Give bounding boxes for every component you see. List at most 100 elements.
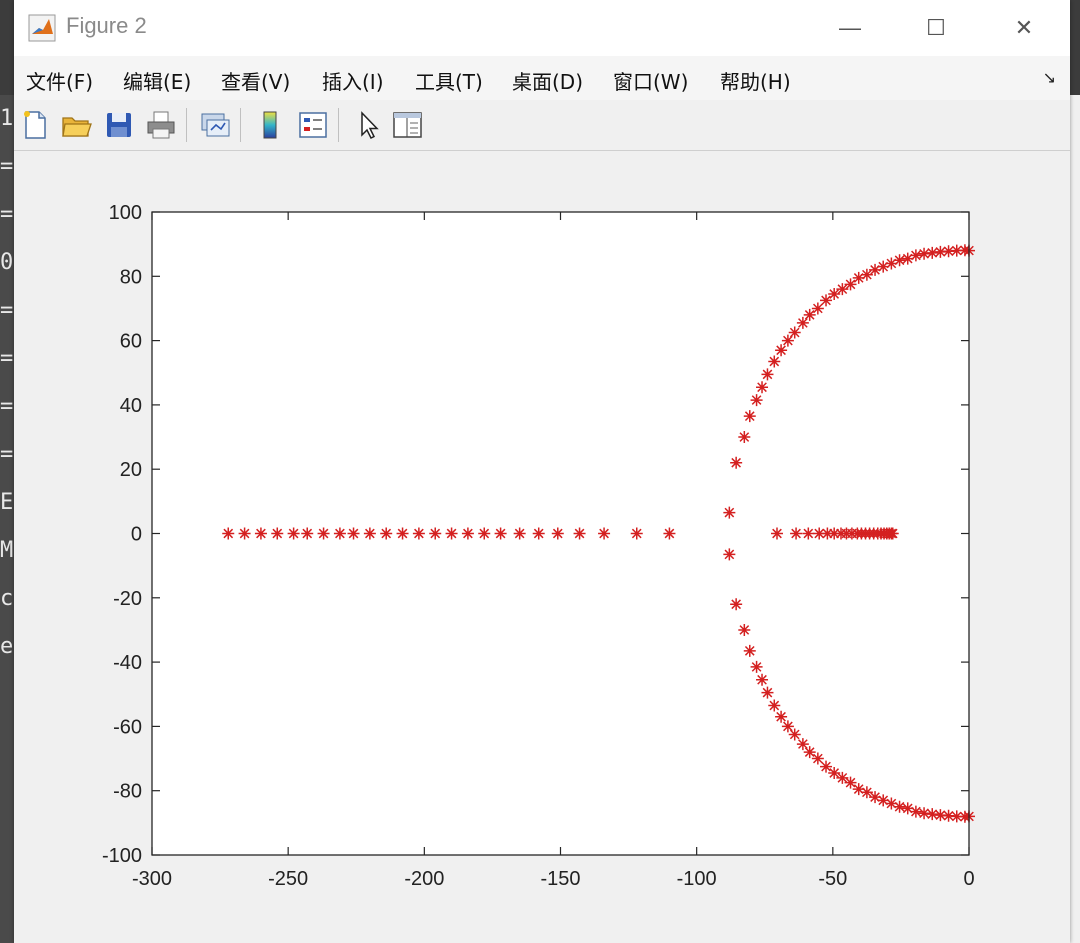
x-tick-label: -150 bbox=[540, 868, 580, 890]
background-glyph: = bbox=[0, 394, 14, 419]
data-point-marker bbox=[738, 431, 751, 444]
data-point-marker bbox=[803, 308, 816, 321]
data-point-marker bbox=[573, 527, 586, 540]
background-glyph: = bbox=[0, 442, 14, 467]
data-point-marker bbox=[796, 316, 809, 329]
data-point-marker bbox=[768, 699, 781, 712]
data-point-marker bbox=[909, 805, 922, 818]
menu-insert[interactable]: 插入(I) bbox=[322, 66, 384, 95]
data-point-marker bbox=[347, 527, 360, 540]
data-point-marker bbox=[909, 249, 922, 262]
data-point-marker bbox=[893, 254, 906, 267]
new-figure-icon[interactable] bbox=[18, 108, 52, 142]
data-point-marker bbox=[796, 738, 809, 751]
open-file-icon[interactable] bbox=[60, 108, 94, 142]
link-plot-icon[interactable] bbox=[198, 108, 232, 142]
data-point-marker bbox=[663, 527, 676, 540]
title-bar: Figure 2 — ☐ ✕ bbox=[14, 0, 1070, 56]
dock-arrow-icon[interactable]: ↘ bbox=[1043, 68, 1056, 88]
y-tick-label: 100 bbox=[109, 202, 142, 224]
colorbar-icon[interactable] bbox=[254, 108, 288, 142]
root-locus-plot[interactable]: -300 -250 -200 -150 -100 -50 0 -100-80-60-40-2… bbox=[14, 151, 1070, 943]
data-point-marker bbox=[743, 410, 756, 423]
data-point-marker bbox=[551, 527, 564, 540]
menu-help[interactable]: 帮助(H) bbox=[720, 66, 791, 95]
window-title: Figure 2 bbox=[66, 13, 147, 38]
data-point-marker bbox=[750, 394, 763, 407]
data-point-marker bbox=[317, 527, 330, 540]
figure-window: Figure 2 — ☐ ✕ 文件(F) 编辑(E) 查看(V) 插入(I) 工… bbox=[14, 0, 1070, 943]
data-point-marker bbox=[738, 623, 751, 636]
background-glyph: 0 bbox=[0, 250, 14, 275]
data-point-marker bbox=[756, 673, 769, 686]
y-tick-label: 40 bbox=[120, 395, 142, 417]
menu-file[interactable]: 文件(F) bbox=[26, 66, 93, 95]
data-point-marker bbox=[893, 800, 906, 813]
data-point-marker bbox=[768, 355, 781, 368]
menu-window[interactable]: 窗口(W) bbox=[613, 66, 688, 95]
data-point-marker bbox=[301, 527, 314, 540]
menu-edit[interactable]: 编辑(E) bbox=[123, 66, 191, 95]
data-point-marker bbox=[630, 527, 643, 540]
data-point-marker bbox=[761, 686, 774, 699]
y-tick-label: -20 bbox=[113, 588, 142, 610]
data-point-marker bbox=[723, 548, 736, 561]
data-point-marker bbox=[494, 527, 507, 540]
data-point-marker bbox=[598, 527, 611, 540]
data-point-marker bbox=[781, 334, 794, 347]
matlab-logo-icon bbox=[28, 14, 56, 42]
data-point-marker bbox=[238, 527, 251, 540]
data-point-marker bbox=[790, 527, 803, 540]
data-point-marker bbox=[723, 506, 736, 519]
data-point-marker bbox=[820, 294, 833, 307]
y-tick-label: 60 bbox=[120, 331, 142, 353]
menu-tools[interactable]: 工具(T) bbox=[415, 66, 483, 95]
data-point-marker bbox=[775, 344, 788, 357]
data-point-marker bbox=[333, 527, 346, 540]
data-point-marker bbox=[730, 456, 743, 469]
toolbar-separator bbox=[338, 108, 339, 142]
y-tick-labels: -100 -80 -60 -40 -20 0 20 40 60 80 100 bbox=[102, 202, 142, 867]
background-glyph: = bbox=[0, 154, 14, 179]
maximize-button[interactable]: ☐ bbox=[914, 8, 958, 48]
background-glyph: = bbox=[0, 298, 14, 323]
data-point-marker bbox=[429, 527, 442, 540]
background-glyph: 1 bbox=[0, 106, 14, 131]
menu-bar: 文件(F) 编辑(E) 查看(V) 插入(I) 工具(T) 桌面(D) 窗口(W… bbox=[14, 56, 1070, 100]
x-tick-label: -100 bbox=[677, 868, 717, 890]
menu-desktop[interactable]: 桌面(D) bbox=[512, 66, 583, 95]
background-glyph: E bbox=[0, 490, 14, 515]
background-glyph: M bbox=[0, 538, 14, 563]
x-tick-label: -50 bbox=[818, 868, 847, 890]
toolbar-separator bbox=[240, 108, 241, 142]
minimize-button[interactable]: — bbox=[828, 8, 872, 48]
data-point-marker bbox=[756, 381, 769, 394]
y-tick-label: 20 bbox=[120, 459, 142, 481]
menu-view[interactable]: 查看(V) bbox=[221, 66, 290, 95]
y-tick-label: -60 bbox=[113, 716, 142, 738]
data-point-marker bbox=[271, 527, 284, 540]
background-glyph: = bbox=[0, 346, 14, 371]
background-glyph: e bbox=[0, 634, 14, 659]
toolbar-separator bbox=[186, 108, 187, 142]
close-button[interactable]: ✕ bbox=[1002, 8, 1046, 48]
data-point-marker bbox=[788, 728, 801, 741]
data-point-marker bbox=[844, 776, 857, 789]
edit-plot-arrow-icon[interactable] bbox=[352, 108, 386, 142]
y-tick-label: -80 bbox=[113, 781, 142, 803]
save-icon[interactable] bbox=[102, 108, 136, 142]
data-point-marker bbox=[802, 527, 815, 540]
data-point-marker bbox=[445, 527, 458, 540]
data-point-marker bbox=[254, 527, 267, 540]
background-glyph: c bbox=[0, 586, 14, 611]
data-point-marker bbox=[886, 527, 899, 540]
legend-icon[interactable] bbox=[296, 108, 330, 142]
data-point-marker bbox=[478, 527, 491, 540]
print-icon[interactable] bbox=[144, 108, 178, 142]
data-point-marker bbox=[513, 527, 526, 540]
property-inspector-icon[interactable] bbox=[390, 108, 424, 142]
x-tick-label: -300 bbox=[132, 868, 172, 890]
data-point-marker bbox=[396, 527, 409, 540]
data-point-marker bbox=[730, 598, 743, 611]
data-point-marker bbox=[761, 368, 774, 381]
